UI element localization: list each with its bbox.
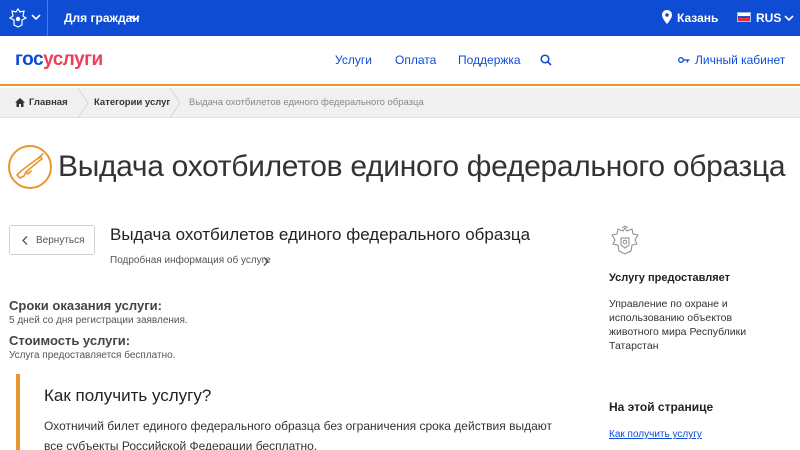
how-to-get-heading: Как получить услугу? xyxy=(44,386,212,405)
service-title: Выдача охотбилетов единого федерального … xyxy=(110,225,531,244)
nav-support[interactable]: Поддержка xyxy=(458,53,521,67)
gosuslugi-logo[interactable]: госуслуги xyxy=(15,49,103,71)
city-selector[interactable]: Казань xyxy=(677,11,718,25)
provider-name: Управление по охране и использованию объ… xyxy=(609,298,747,352)
breadcrumb-separator-icon xyxy=(77,88,89,118)
coat-of-arms-icon xyxy=(611,225,639,255)
top-bar: Для граждан Казань RUS xyxy=(0,0,800,36)
back-button[interactable]: Вернуться xyxy=(9,225,95,255)
audience-selector[interactable]: Для граждан xyxy=(64,11,140,25)
logo-part-uslugi: услуги xyxy=(43,49,103,70)
chevron-down-icon[interactable] xyxy=(130,13,140,23)
emblem-icon[interactable] xyxy=(8,7,28,29)
language-selector[interactable]: RUS xyxy=(756,11,781,25)
breadcrumb: Главная Категории услуг Выдача охотбилет… xyxy=(0,88,800,118)
breadcrumb-categories[interactable]: Категории услуг xyxy=(94,88,170,118)
breadcrumb-current: Выдача охотбилетов единого федерального … xyxy=(189,97,424,108)
provider-heading: Услугу предоставляет xyxy=(609,272,731,284)
cost-value: Услуга предоставляется бесплатно. xyxy=(9,350,176,361)
nav-services[interactable]: Услуги xyxy=(335,53,372,67)
search-icon[interactable] xyxy=(540,54,552,66)
how-to-get-text: Охотничий билет единого федерального обр… xyxy=(44,419,553,450)
chevron-down-icon[interactable] xyxy=(784,13,794,23)
divider xyxy=(47,0,48,36)
main-header: госуслуги Услуги Оплата Поддержка Личный… xyxy=(0,36,800,86)
location-pin-icon[interactable] xyxy=(662,10,672,24)
cost-heading: Стоимость услуги: xyxy=(9,333,131,348)
chevron-down-icon[interactable] xyxy=(31,12,41,22)
breadcrumb-separator-icon xyxy=(169,88,181,118)
key-icon[interactable] xyxy=(678,55,690,65)
terms-value: 5 дней со дня регистрации заявления. xyxy=(9,315,188,326)
flag-icon[interactable] xyxy=(737,12,751,22)
home-icon[interactable] xyxy=(15,98,25,107)
personal-cabinet-link[interactable]: Личный кабинет xyxy=(695,53,785,67)
hunting-rifle-icon xyxy=(8,145,52,189)
nav-payment[interactable]: Оплата xyxy=(395,53,436,67)
logo-part-gos: гос xyxy=(15,49,44,70)
terms-heading: Сроки оказания услуги: xyxy=(9,298,162,313)
on-this-page-link-how-to-get[interactable]: Как получить услугу xyxy=(609,429,702,440)
back-button-label: Вернуться xyxy=(36,235,85,246)
on-this-page-heading: На этой странице xyxy=(609,400,714,414)
breadcrumb-home[interactable]: Главная xyxy=(29,88,68,118)
chevron-left-icon xyxy=(22,236,28,245)
more-info-link[interactable]: Подробная информация об услуге xyxy=(110,255,271,266)
chevron-right-icon[interactable] xyxy=(263,257,269,266)
how-to-get-section: Как получить услугу? Охотничий билет еди… xyxy=(16,374,576,450)
page-title: Выдача охотбилетов единого федерального … xyxy=(58,150,786,183)
